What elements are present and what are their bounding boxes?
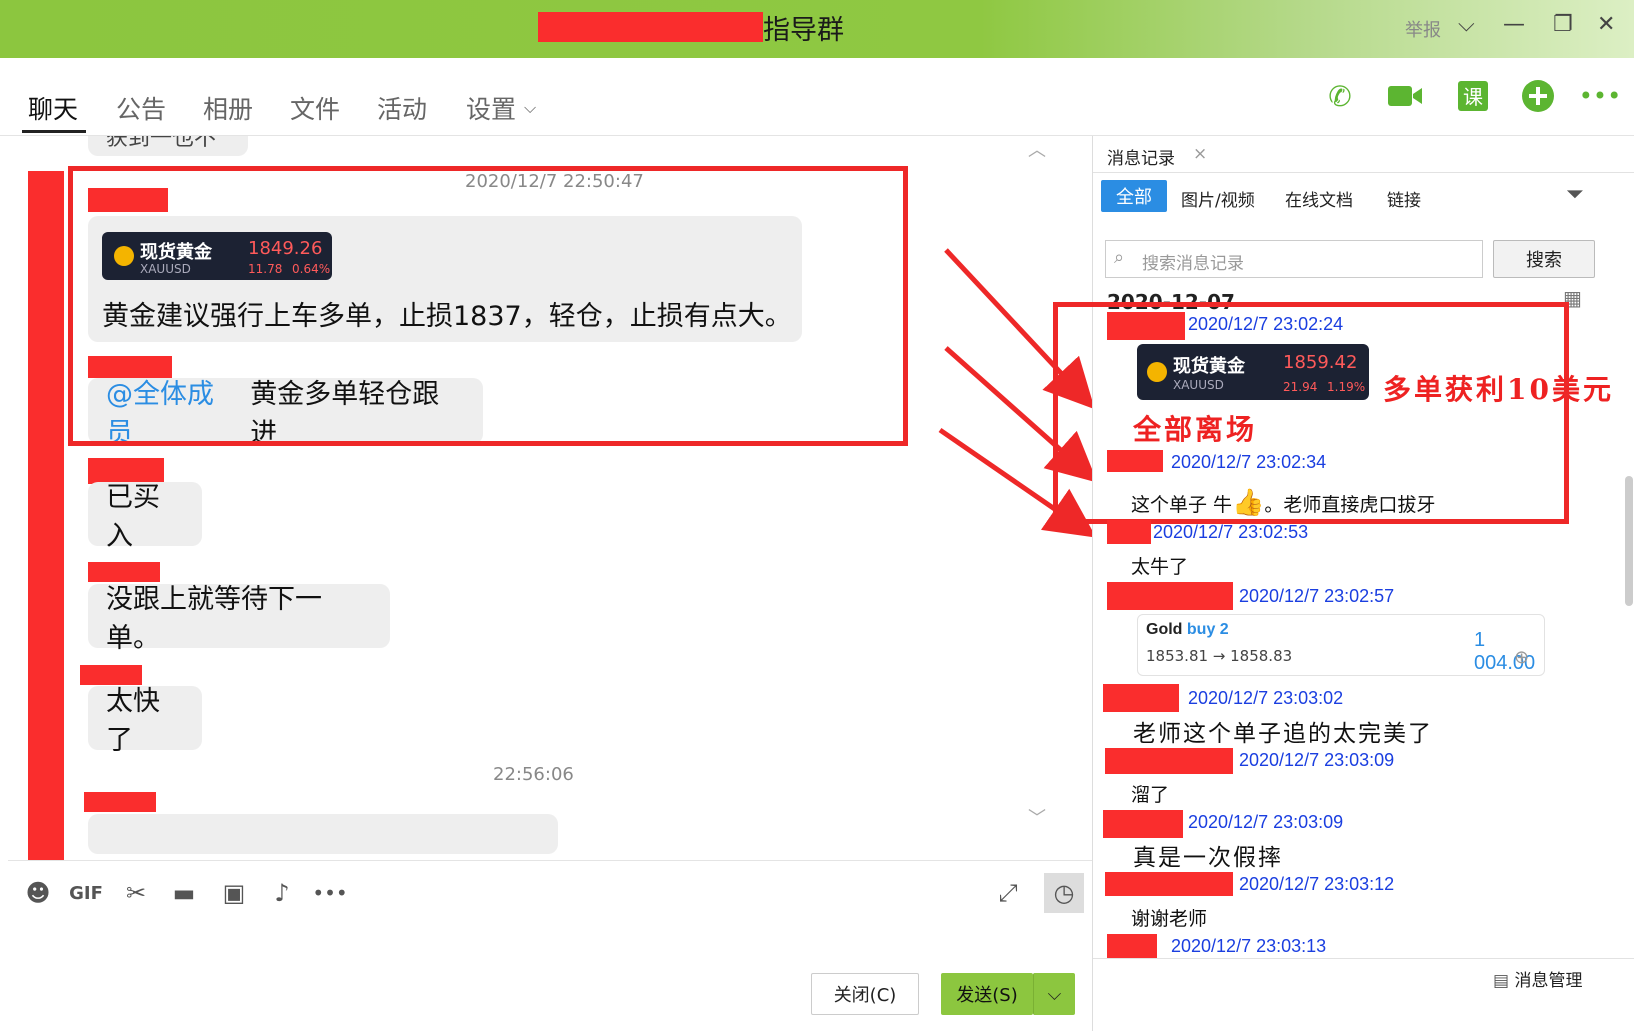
message-management[interactable]: ▤ 消息管理: [1493, 966, 1582, 991]
bell-icon[interactable]: ♪: [266, 877, 298, 909]
history-tab-close-icon[interactable]: ×: [1193, 144, 1207, 164]
entry-timestamp: 2020/12/7 23:03:09: [1239, 750, 1395, 770]
close-button[interactable]: 关闭(C): [811, 973, 919, 1015]
redacted-sender: [1107, 582, 1233, 610]
filter-links[interactable]: 链接: [1387, 186, 1421, 211]
zoom-icon[interactable]: ⊕: [1514, 647, 1529, 668]
filter-docs[interactable]: 在线文档: [1285, 186, 1353, 211]
send-options-chevron-icon[interactable]: ⌵: [1033, 973, 1075, 1015]
image-icon[interactable]: ▣: [218, 877, 250, 909]
annotation-box: [1053, 302, 1569, 524]
trade-side: buy 2: [1186, 621, 1229, 638]
more-tools-icon[interactable]: •••: [312, 877, 347, 909]
filter-funnel-icon[interactable]: ⏷: [1566, 182, 1584, 207]
redacted-sender: [1107, 520, 1151, 544]
redacted-sender: [1103, 684, 1179, 712]
folder-icon[interactable]: ▬: [168, 877, 200, 909]
entry-timestamp: 2020/12/7 23:03:09: [1188, 812, 1344, 832]
trade-prices: 1853.81 → 1858.83: [1146, 647, 1293, 665]
emoji-icon[interactable]: ☻: [22, 877, 54, 909]
entry-timestamp: 2020/12/7 23:03:02: [1188, 688, 1344, 708]
send-button[interactable]: 发送(S): [941, 973, 1033, 1015]
trade-card[interactable]: Gold buy 2 1853.81 → 1858.83 1 004.00 ⊕: [1137, 614, 1545, 676]
message-management-label: 消息管理: [1514, 971, 1583, 991]
entry-text: 真是一次假摔: [1133, 845, 1283, 871]
search-icon: ⌕: [1114, 247, 1125, 268]
redacted-sender: [1105, 748, 1233, 774]
filter-all[interactable]: 全部: [1101, 180, 1167, 212]
entry-text: 太牛了: [1131, 556, 1189, 578]
search-button[interactable]: 搜索: [1493, 240, 1595, 278]
scissors-icon[interactable]: ✂: [120, 877, 152, 909]
redacted-sender: [1107, 934, 1157, 958]
trade-profit: 1 004.00: [1474, 629, 1536, 674]
entry-text: 老师这个单子追的太完美了: [1133, 721, 1433, 747]
search-input[interactable]: ⌕ 搜索消息记录: [1105, 240, 1483, 278]
entry-timestamp: 2020/12/7 23:02:57: [1239, 586, 1395, 606]
input-area[interactable]: ☻ GIF ✂ ▬ ▣ ♪ ••• ⤢ ◷ 关闭(C) 发送(S) ⌵: [8, 860, 1092, 1031]
expand-icon[interactable]: ⤢: [992, 877, 1024, 909]
trade-symbol: Gold: [1146, 621, 1183, 638]
gif-icon[interactable]: GIF: [69, 877, 103, 909]
history-tab-title[interactable]: 消息记录: [1107, 144, 1175, 169]
filter-media[interactable]: 图片/视频: [1181, 186, 1255, 211]
divider: [1093, 958, 1634, 959]
redacted-sender: [1105, 872, 1233, 896]
entry-timestamp: 2020/12/7 23:03:13: [1171, 936, 1327, 956]
entry-text: 谢谢老师: [1131, 908, 1208, 930]
redacted-sender: [1103, 810, 1183, 838]
trade-label: Gold buy 2: [1146, 621, 1229, 639]
message-history-panel: 消息记录 × 全部 图片/视频 在线文档 链接 ⏷ ⌕ 搜索消息记录 搜索 20…: [1053, 136, 1634, 1031]
manage-icon: ▤: [1493, 971, 1510, 991]
divider: [1093, 172, 1634, 173]
search-placeholder: 搜索消息记录: [1142, 254, 1244, 274]
entry-timestamp: 2020/12/7 23:03:12: [1239, 874, 1395, 894]
history-clock-icon[interactable]: ◷: [1044, 873, 1084, 913]
entry-text: 溜了: [1131, 784, 1170, 806]
entry-timestamp: 2020/12/7 23:02:53: [1153, 522, 1309, 542]
scrollbar[interactable]: [1625, 476, 1633, 606]
